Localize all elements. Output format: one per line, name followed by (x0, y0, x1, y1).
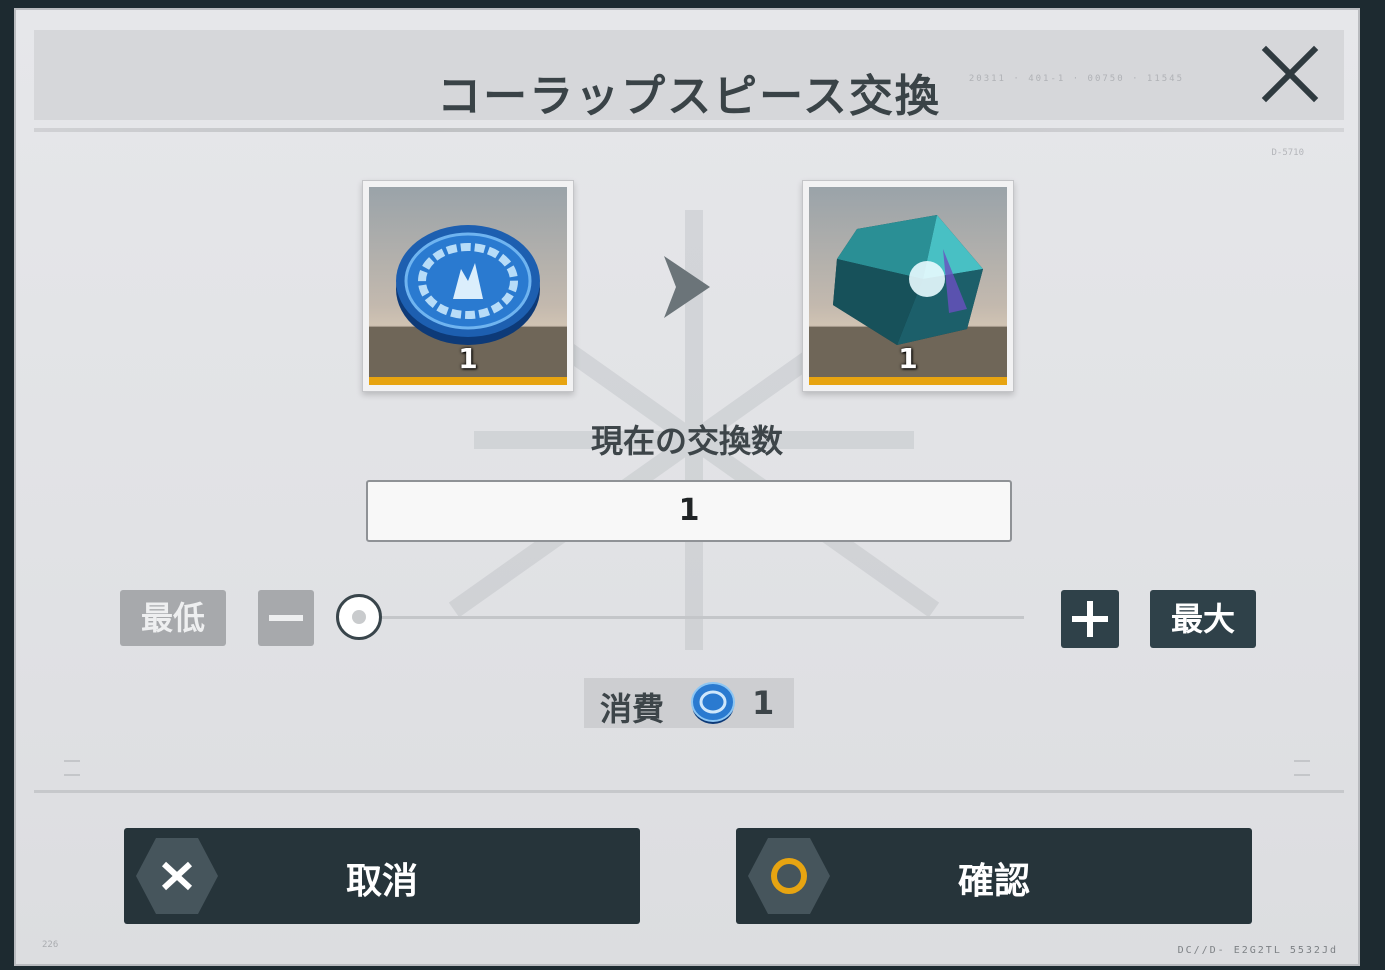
corner-code: D-5710 (1271, 148, 1304, 158)
cancel-label: 取消 (345, 861, 418, 902)
confirm-label: 確認 (957, 861, 1030, 902)
increment-button[interactable] (1061, 590, 1119, 648)
rarity-bar (369, 377, 567, 385)
header-divider (34, 128, 1344, 132)
exchange-count-label: 現在の交換数 (590, 422, 783, 460)
cost-display: 消費 1 (584, 678, 794, 728)
confirm-button[interactable]: 確認 (736, 828, 1252, 924)
quantity-slider-track[interactable] (360, 616, 1024, 619)
cost-label: 消費 (600, 690, 665, 728)
collapse-piece-crystal-icon (833, 215, 983, 345)
cost-value: 1 (752, 684, 775, 722)
min-button[interactable]: 最低 (120, 590, 226, 646)
target-item-card[interactable]: 1 (802, 180, 1014, 392)
dialog-title: コーラップスピース交換 (437, 71, 941, 122)
exchange-count-input[interactable]: 1 (366, 480, 1012, 542)
quantity-slider-thumb[interactable] (336, 594, 382, 640)
bottom-left-code: 226 (42, 940, 59, 950)
side-mark-right (1294, 760, 1310, 776)
dialog-header: コーラップスピース交換 20311 · 401-1 · 00750 · 1154… (34, 30, 1344, 122)
source-item-card[interactable]: 1 (362, 180, 574, 392)
blue-medal-coin-icon (691, 682, 735, 724)
side-mark-left (64, 760, 80, 776)
source-item-count: 1 (458, 342, 478, 375)
blue-medal-coin-icon (396, 225, 540, 345)
decrement-button[interactable] (258, 590, 314, 646)
header-code: 20311 · 401-1 · 00750 · 11545 (968, 74, 1184, 84)
footer-divider (34, 790, 1344, 793)
close-icon[interactable] (1260, 44, 1320, 104)
bottom-code: DC//D- E2G2TL 5532Jd (1177, 945, 1338, 956)
chevron-right-icon (664, 256, 710, 318)
rarity-bar (809, 377, 1007, 385)
exchange-dialog: コーラップスピース交換 20311 · 401-1 · 00750 · 1154… (14, 8, 1360, 966)
cancel-button[interactable]: 取消 (124, 828, 640, 924)
max-button[interactable]: 最大 (1150, 590, 1256, 648)
target-item-count: 1 (898, 342, 918, 375)
